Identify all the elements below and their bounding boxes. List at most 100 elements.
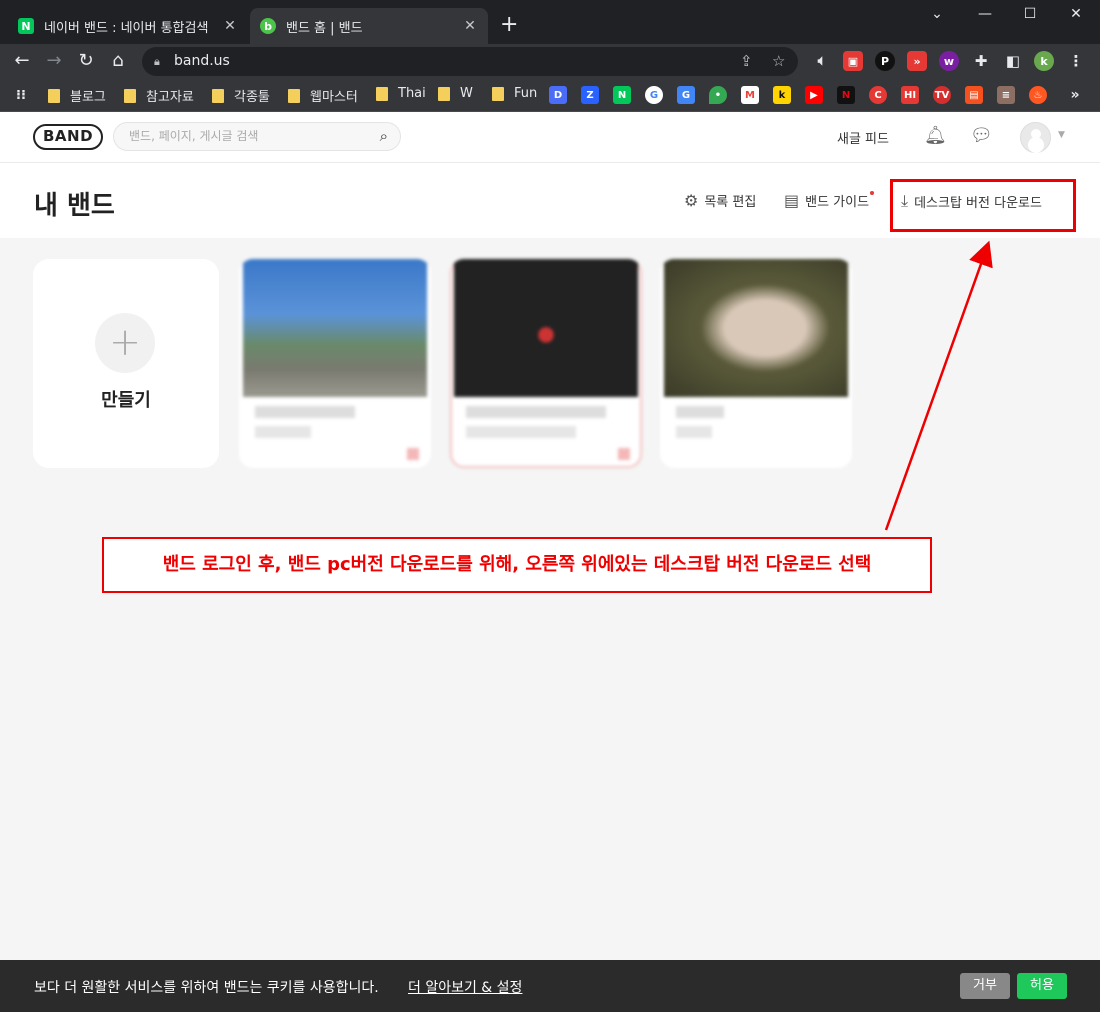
bookmarks-overflow-icon[interactable]: »: [1066, 86, 1084, 104]
bookmarks-bar: ⁝⁝ 블로그 참고자료 각종툴 웹마스터 Thai W Fun D Z N G …: [0, 78, 1100, 112]
minimize-icon[interactable]: —: [970, 6, 1000, 22]
new-badge: [407, 448, 419, 460]
new-indicator-dot: [870, 190, 875, 195]
bookmark-star-icon[interactable]: ☆: [772, 47, 785, 76]
bookmark-folder[interactable]: Fun: [492, 86, 537, 101]
bookmark-folder[interactable]: 참고자료: [124, 86, 194, 105]
speaker-icon[interactable]: 🔈︎: [812, 51, 832, 71]
band-meta-blurred: [255, 426, 311, 438]
plus-icon: +: [95, 313, 155, 373]
folder-icon: [48, 88, 60, 103]
chevron-down-icon[interactable]: ▼: [1058, 130, 1065, 140]
cookie-settings-link[interactable]: 더 알아보기 & 설정: [408, 977, 522, 997]
page-title: 내 밴드: [34, 191, 115, 221]
url-text: band.us: [174, 53, 230, 69]
tab-naver-search[interactable]: N 네이버 밴드 : 네이버 통합검색 ✕: [8, 8, 248, 44]
reload-icon[interactable]: ↻: [74, 49, 98, 73]
close-icon[interactable]: ✕: [462, 18, 478, 34]
tab-strip: N 네이버 밴드 : 네이버 통합검색 ✕ b 밴드 홈 | 밴드 ✕ + ⌄ …: [0, 0, 1100, 44]
bookmark-youtube-icon[interactable]: ▶: [805, 86, 823, 104]
bell-icon[interactable]: 🔔︎: [924, 125, 947, 147]
bookmark-folder[interactable]: 웹마스터: [288, 86, 358, 105]
band-name-blurred: [676, 406, 724, 418]
band-meta-blurred: [466, 426, 576, 438]
home-icon[interactable]: ⌂: [106, 49, 130, 73]
band-name-blurred: [255, 406, 355, 418]
browser-toolbar: ← → ↻ ⌂ 🔒︎ band.us ⇪ ☆ 🔈︎ ▣ P » w ✚ ◧ k …: [0, 44, 1100, 78]
bookmark-d-icon[interactable]: D: [549, 86, 567, 104]
extension-lock-icon[interactable]: ▣: [843, 51, 863, 71]
apps-grid-icon[interactable]: ⁝⁝: [12, 86, 30, 104]
new-tab-button[interactable]: +: [500, 14, 518, 36]
extension-forward-icon[interactable]: »: [907, 51, 927, 71]
bookmark-netflix-icon[interactable]: N: [837, 86, 855, 104]
band-logo[interactable]: BAND: [33, 124, 103, 150]
tab-search-icon[interactable]: ⌄: [922, 6, 952, 22]
band-guide-label: 밴드 가이드: [805, 195, 870, 210]
bookmark-c-icon[interactable]: C: [869, 86, 887, 104]
bookmark-k-icon[interactable]: k: [773, 86, 791, 104]
folder-icon: [438, 86, 450, 101]
browser-chrome: N 네이버 밴드 : 네이버 통합검색 ✕ b 밴드 홈 | 밴드 ✕ + ⌄ …: [0, 0, 1100, 112]
side-panel-icon[interactable]: ◧: [1003, 51, 1023, 71]
extensions-puzzle-icon[interactable]: ✚: [971, 51, 991, 71]
folder-icon: [376, 86, 388, 101]
bookmark-google-icon[interactable]: G: [645, 86, 663, 104]
my-bands-titlebar: 내 밴드 ⚙ 목록 편집 ▤ 밴드 가이드 ⤓ 데스크탑 버전 다운로드: [0, 163, 1100, 238]
cookie-consent-bar: 보다 더 원활한 서비스를 위하여 밴드는 쿠키를 사용합니다. 더 알아보기 …: [0, 960, 1100, 1012]
band-card[interactable]: [239, 259, 431, 468]
search-placeholder: 밴드, 페이지, 게시글 검색: [129, 129, 259, 143]
bookmark-gmail-icon[interactable]: M: [741, 86, 759, 104]
user-avatar[interactable]: [1020, 122, 1051, 153]
folder-icon: [124, 88, 136, 103]
band-cover-image: [243, 259, 427, 397]
tab-title: 밴드 홈 | 밴드: [286, 20, 363, 36]
extension-p-icon[interactable]: P: [875, 51, 895, 71]
address-bar[interactable]: 🔒︎ band.us ⇪ ☆: [142, 47, 798, 76]
create-band-card[interactable]: + 만들기: [33, 259, 219, 468]
bookmark-fire-icon[interactable]: ♨: [1029, 86, 1047, 104]
bookmark-bee-icon[interactable]: ≡: [997, 86, 1015, 104]
window-close-icon[interactable]: ✕: [1061, 6, 1091, 22]
edit-list-button[interactable]: ⚙ 목록 편집: [684, 191, 756, 210]
band-guide-button[interactable]: ▤ 밴드 가이드: [784, 190, 875, 210]
guide-document-icon: ▤: [784, 191, 800, 210]
lock-icon: 🔒︎: [154, 55, 160, 68]
maximize-icon[interactable]: ☐: [1015, 6, 1045, 22]
bookmark-maps-icon[interactable]: •: [709, 86, 727, 104]
create-label: 만들기: [101, 390, 151, 411]
share-icon[interactable]: ⇪: [740, 47, 753, 76]
cookie-message: 보다 더 원활한 서비스를 위하여 밴드는 쿠키를 사용합니다.: [34, 980, 379, 996]
menu-kebab-icon[interactable]: ⋮: [1066, 51, 1086, 71]
bookmark-bag-icon[interactable]: ▤: [965, 86, 983, 104]
bookmark-folder[interactable]: 블로그: [48, 86, 106, 105]
new-badge: [618, 448, 630, 460]
band-favicon-icon: b: [260, 18, 276, 34]
band-cover-image: [454, 259, 638, 397]
highlight-box: [890, 179, 1076, 232]
new-feed-link[interactable]: 새글 피드: [837, 128, 889, 147]
search-input[interactable]: 밴드, 페이지, 게시글 검색 ⌕: [113, 122, 401, 151]
close-icon[interactable]: ✕: [222, 18, 238, 34]
bookmark-translate-icon[interactable]: G: [677, 86, 695, 104]
allow-cookies-button[interactable]: 허용: [1017, 973, 1067, 999]
profile-avatar[interactable]: k: [1034, 51, 1054, 71]
back-icon[interactable]: ←: [10, 49, 34, 73]
forward-icon[interactable]: →: [42, 49, 66, 73]
search-icon[interactable]: ⌕: [380, 123, 388, 150]
gear-icon: ⚙: [684, 191, 699, 210]
bookmark-naver-icon[interactable]: N: [613, 86, 631, 104]
bookmark-z-icon[interactable]: Z: [581, 86, 599, 104]
bookmark-folder[interactable]: Thai: [376, 86, 426, 101]
band-card[interactable]: [660, 259, 852, 468]
chat-icon[interactable]: 💬︎: [970, 125, 993, 147]
deny-cookies-button[interactable]: 거부: [960, 973, 1010, 999]
bookmark-folder[interactable]: 각종툴: [212, 86, 270, 105]
bookmark-tv-icon[interactable]: TV: [933, 86, 951, 104]
folder-icon: [288, 88, 300, 103]
band-card[interactable]: [450, 259, 642, 468]
bookmark-folder[interactable]: W: [438, 86, 473, 101]
bookmark-hi-icon[interactable]: HI: [901, 86, 919, 104]
tab-band-home[interactable]: b 밴드 홈 | 밴드 ✕: [250, 8, 488, 44]
extension-w-icon[interactable]: w: [939, 51, 959, 71]
